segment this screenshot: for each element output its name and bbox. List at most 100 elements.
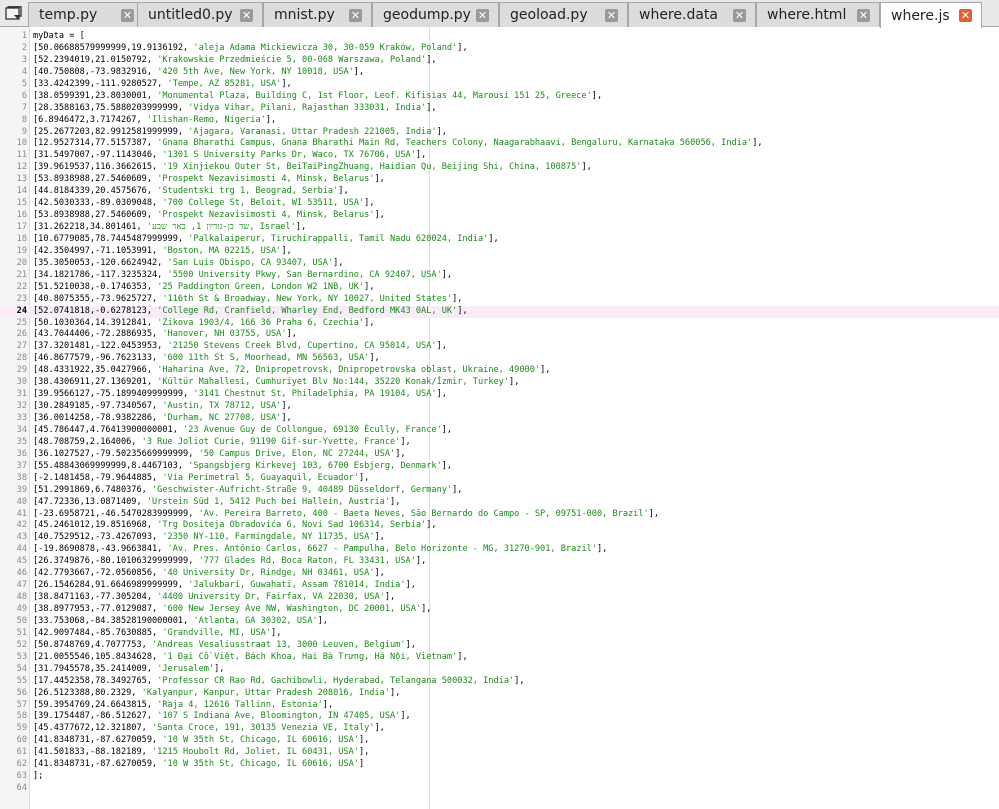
code-text: [39.9619537,116.3662615, '19 Xinjiekou O… (33, 162, 592, 173)
code-line[interactable]: 38 [-2.1481458,-79.9644885, 'Vía Perimetr… (0, 473, 999, 485)
code-line[interactable]: 6 [38.0599391,23.8030001, 'Monumental Pla… (0, 91, 999, 103)
line-number: 52 (16, 639, 27, 650)
code-line[interactable]: 56 [26.5123388,80.2329, 'Kalyanpur, Kanpu… (0, 688, 999, 700)
close-icon[interactable]: ✕ (121, 8, 134, 22)
code-line[interactable]: 42 [45.2461012,19.8516968, 'Trg Dositeja … (0, 520, 999, 532)
code-line[interactable]: 24 [52.0741818,-0.6278123, 'College Rd, C… (0, 305, 999, 318)
tab-untitled0-py[interactable]: untitled0.py ✕ (137, 2, 263, 27)
code-line[interactable]: 14 [44.8184339,20.4575676, 'Studentski tr… (0, 186, 999, 198)
code-line[interactable]: 21 [34.1821786,-117.3235324, '5500 Univer… (0, 270, 999, 282)
code-line[interactable]: 4 [40.750808,-73.9832916, '420 5th Ave, N… (0, 67, 999, 79)
tab-geodump-py[interactable]: geodump.py ✕ (372, 2, 499, 27)
close-icon[interactable]: ✕ (476, 8, 489, 22)
code-line[interactable]: 45 [26.3749876,-80.10106329999999, '777 G… (0, 556, 999, 568)
code-text: [38.8471163,-77.305204, '4400 University… (33, 592, 396, 603)
code-line[interactable]: 63]; (0, 771, 999, 783)
code-line[interactable]: 29 [48.4331922,35.0427966, 'Haharina Ave,… (0, 365, 999, 377)
code-line[interactable]: 37 [55.48843069999999,8.4467103, 'Spangsb… (0, 461, 999, 473)
code-line[interactable]: 17 [31.262218,34.801461, 'שד בן-גוריון 1,… (0, 222, 999, 234)
code-line[interactable]: 12 [39.9619537,116.3662615, '19 Xinjiekou… (0, 162, 999, 174)
code-line[interactable]: 54 [31.7945578,35.2414009, 'Jerusalem'], (0, 664, 999, 676)
close-icon[interactable]: ✕ (857, 8, 870, 22)
code-line[interactable]: 36 [36.1027527,-79.50235669999999, '50 Ca… (0, 449, 999, 461)
code-line[interactable]: 9 [25.2677203,82.9912581999999, 'Ajagara,… (0, 127, 999, 139)
code-line[interactable]: 19 [42.3504997,-71.1053991, 'Boston, MA 0… (0, 246, 999, 258)
code-line[interactable]: 61 [41.501833,-88.182189, '1215 Houbolt R… (0, 747, 999, 759)
line-number: 10 (16, 138, 27, 149)
code-line[interactable]: 13 [53.8938988,27.5460609, 'Prospekt Neza… (0, 174, 999, 186)
code-line[interactable]: 58 [39.1754487,-86.512627, '107 S Indiana… (0, 711, 999, 723)
code-line[interactable]: 2 [50.06688579999999,19.9136192, 'aleja A… (0, 43, 999, 55)
code-line[interactable]: 34 [45.786447,4.76413900000001, '23 Avenu… (0, 425, 999, 437)
code-line[interactable]: 64 (0, 783, 999, 795)
code-line[interactable]: 48 [38.8471163,-77.305204, '4400 Universi… (0, 592, 999, 604)
code-line[interactable]: 20 [35.3050053,-120.6624942, 'San Luis Ob… (0, 258, 999, 270)
code-editor[interactable]: 1 myData = [2 [50.06688579999999,19.913619… (0, 27, 999, 809)
close-icon[interactable]: ✕ (605, 8, 618, 22)
code-line[interactable]: 16 [53.8938988,27.5460609, 'Prospekt Neza… (0, 210, 999, 222)
code-line[interactable]: 25 [50.1030364,14.3912841, 'Zikova 1903/4… (0, 318, 999, 330)
code-line[interactable]: 28 [46.8677579,-96.7623133, '600 11th St … (0, 353, 999, 365)
close-icon[interactable]: ✕ (240, 8, 253, 22)
code-line[interactable]: 55 [17.4452358,78.3492765, 'Professor CR … (0, 676, 999, 688)
code-text: [50.8748769,4.7077753, 'Andreas Vesalius… (33, 639, 416, 650)
code-line[interactable]: 8 [6.8946472,3.7174267, 'Ilishan-Remo, Ni… (0, 115, 999, 127)
code-line[interactable]: 31 [39.9566127,-75.1899409999999, '3141 C… (0, 389, 999, 401)
code-line[interactable]: 50 [33.753068,-84.38528190000001, 'Atlant… (0, 616, 999, 628)
tab-geoload-py[interactable]: geoload.py ✕ (499, 2, 628, 27)
code-line[interactable]: 1 myData = [ (0, 31, 999, 43)
code-line[interactable]: 15 [42.5030333,-89.0309048, '700 College … (0, 198, 999, 210)
close-icon[interactable]: ✕ (959, 9, 972, 22)
code-text: [50.06688579999999,19.9136192, 'aleja Ad… (33, 42, 468, 53)
code-line[interactable]: 60 [41.8348731,-87.6270059, '10 W 35th St… (0, 735, 999, 747)
code-line[interactable]: 44 [-19.8690878,-43.9663841, 'Av. Pres. A… (0, 544, 999, 556)
code-line[interactable]: 59 [45.4377672,12.321807, 'Santa Croce, 1… (0, 723, 999, 735)
line-number: 64 (16, 783, 27, 794)
tab-where-data[interactable]: where.data ✕ (628, 2, 756, 27)
code-line[interactable]: 7 [28.3588163,75.5880203999999, 'Vidya Vi… (0, 103, 999, 115)
code-line[interactable]: 11 [31.5497007,-97.1143046, '1301 S Unive… (0, 150, 999, 162)
code-line[interactable]: 52 [50.8748769,4.7077753, 'Andreas Vesali… (0, 640, 999, 652)
code-line[interactable]: 10 [12.9527314,77.5157387, 'Gnana Bharath… (0, 138, 999, 150)
code-line[interactable]: 47 [26.1546284,91.6646989999999, 'Jalukba… (0, 580, 999, 592)
line-number: 22 (16, 281, 27, 292)
line-number: 44 (16, 544, 27, 555)
code-line[interactable]: 43 [40.7529512,-73.4267093, '2350 NY-110,… (0, 532, 999, 544)
code-line[interactable]: 32 [30.2849185,-97.7340567, 'Austin, TX 7… (0, 401, 999, 413)
code-line[interactable]: 27 [37.3201481,-122.0453953, '21250 Steve… (0, 341, 999, 353)
code-line[interactable]: 23 [40.8075355,-73.9625727, '116th St & B… (0, 294, 999, 306)
code-line[interactable]: 22 [51.5210038,-0.1746353, '25 Paddington… (0, 282, 999, 294)
tab-list-menu-icon[interactable] (3, 4, 25, 24)
line-number: 46 (16, 568, 27, 579)
code-line[interactable]: 30 [38.4306911,27.1369201, 'Kültür Mahall… (0, 377, 999, 389)
code-line[interactable]: 35 [48.708759,2.164006, '3 Rue Joliot Cur… (0, 437, 999, 449)
code-line[interactable]: 51 [42.9097484,-85.7630885, 'Grandville, … (0, 628, 999, 640)
code-line[interactable]: 57 [59.3954769,24.6643815, 'Raja 4, 12616… (0, 700, 999, 712)
close-icon[interactable]: ✕ (349, 8, 362, 22)
code-text: [48.4331922,35.0427966, 'Haharina Ave, 7… (33, 365, 551, 376)
tab-where-js[interactable]: where.js ✕ (880, 2, 982, 28)
code-text: [46.8677579,-96.7623133, '600 11th St S,… (33, 353, 380, 364)
line-number: 28 (16, 353, 27, 364)
code-text: [30.2849185,-97.7340567, 'Austin, TX 787… (33, 401, 292, 412)
line-number: 41 (16, 508, 27, 519)
code-line[interactable]: 40 [47.72336,13.0871409, 'Urstein Süd 1, … (0, 497, 999, 509)
code-text: [53.8938988,27.5460609, 'Prospekt Nezavi… (33, 210, 385, 221)
line-number: 40 (16, 496, 27, 507)
code-line[interactable]: 46 [42.7793667,-72.0560856, '40 Universit… (0, 568, 999, 580)
tab-where-html[interactable]: where.html ✕ (756, 2, 880, 27)
close-icon[interactable]: ✕ (733, 8, 746, 22)
line-number: 26 (16, 329, 27, 340)
code-line[interactable]: 41 [-23.6958721,-46.5470283999999, 'Av. P… (0, 509, 999, 521)
tab-temp-py[interactable]: temp.py ✕ (28, 2, 144, 27)
code-line[interactable]: 18 [10.6779085,78.7445487999999, 'Palkala… (0, 234, 999, 246)
code-line[interactable]: 53 [21.0055546,105.8434628, '1 Đại Cồ Việ… (0, 652, 999, 664)
code-line[interactable]: 26 [43.7044406,-72.2886935, 'Hanover, NH … (0, 329, 999, 341)
code-line[interactable]: 33 [36.0014258,-78.9382286, 'Durham, NC 2… (0, 413, 999, 425)
code-line[interactable]: 39 [51.2991869,6.7480376, 'Geschwister-Au… (0, 485, 999, 497)
code-line[interactable]: 3 [52.2394019,21.0150792, 'Krakowskie Prz… (0, 55, 999, 67)
tab-mnist-py[interactable]: mnist.py ✕ (263, 2, 372, 27)
code-line[interactable]: 49 [38.8977953,-77.0129087, '600 New Jers… (0, 604, 999, 616)
code-line[interactable]: 5 [33.4242399,-111.9280527, 'Tempe, AZ 85… (0, 79, 999, 91)
code-line[interactable]: 62 [41.8348731,-87.6270059, '10 W 35th St… (0, 759, 999, 771)
